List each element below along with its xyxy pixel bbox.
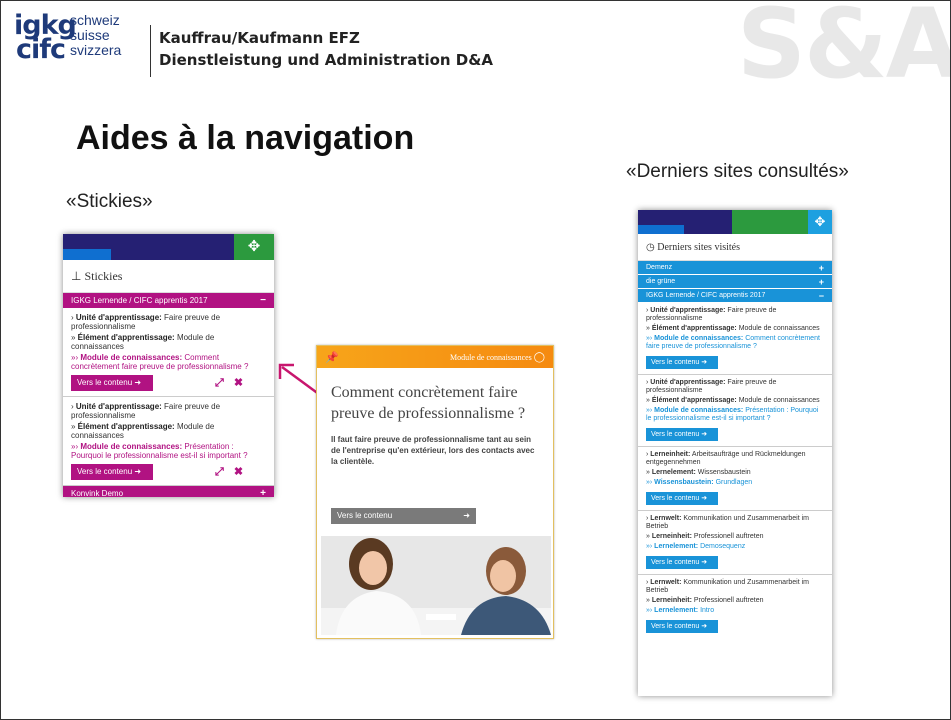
recent-entry: › Lernwelt: Kommunikation und Zusammenar… [638, 575, 832, 638]
vers-le-contenu-button[interactable]: Vers le contenu ➜ [71, 375, 153, 391]
recent-entry: › Lerneinheit: Arbeitsaufträge und Rückm… [638, 447, 832, 511]
module-link[interactable]: »› Module de connaissances: Comment conc… [71, 353, 266, 371]
header-branch: Dienstleistung und Administration D&A [159, 51, 493, 69]
label-stickies: «Stickies» [66, 191, 153, 212]
minus-icon: − [260, 295, 266, 306]
group-header[interactable]: IGKG Lernende / CIFC apprentis 2017− [638, 289, 832, 303]
vers-le-contenu-button[interactable]: Vers le contenu ➜ [71, 464, 153, 480]
recent-title: ◷ Derniers sites visités [638, 234, 832, 261]
label-recent-sites: «Derniers sites consultés» [626, 161, 849, 182]
arrow-right-icon: ➜ [701, 431, 708, 438]
igkg-cifc-logo: igkg cifc schweiz suisse svizzera [14, 12, 139, 69]
pin-icon: ⊥ [71, 269, 82, 283]
card-text: Il faut faire preuve de professionnalism… [331, 435, 535, 466]
logo-lang-fr: suisse [70, 27, 110, 43]
arrow-right-icon: ➜ [134, 467, 142, 476]
stickies-title: ⊥ Stickies [63, 260, 274, 293]
slide: igkg cifc schweiz suisse svizzera Kauffr… [0, 0, 951, 720]
module-link[interactable]: »› Module de connaissances: Comment conc… [646, 335, 824, 351]
photo-illustration [321, 536, 551, 635]
vers-le-contenu-button[interactable]: Vers le contenu ➜ [646, 428, 718, 441]
clock-icon: ◷ [646, 242, 655, 253]
module-card: 📌 Module de connaissances ◯ Comment conc… [316, 345, 554, 639]
module-link[interactable]: »› Wissensbaustein: Grundlagen [646, 479, 824, 487]
module-link[interactable]: »› Lernelement: Demosequenz [646, 543, 824, 551]
logo-cifc: cifc [16, 34, 66, 65]
recent-entry: › Unité d'apprentissage: Faire preuve de… [638, 303, 832, 375]
logo-lang-it: svizzera [70, 42, 122, 58]
card-title: Comment concrètement faire preuve de pro… [331, 384, 526, 422]
recent-entry: › Unité d'apprentissage: Faire preuve de… [638, 375, 832, 447]
minus-icon: − [818, 291, 824, 301]
arrow-right-icon: ➜ [701, 623, 708, 630]
close-icon[interactable]: ✖ [234, 466, 243, 477]
card-photo [321, 536, 551, 635]
header-profession: Kauffrau/Kaufmann EFZ [159, 29, 360, 47]
vers-le-contenu-button[interactable]: Vers le contenu ➜ [646, 556, 718, 569]
sticky-entry: › Unité d'apprentissage: Faire preuve de… [63, 308, 274, 397]
module-link[interactable]: »› Module de connaissances: Présentation… [71, 442, 266, 460]
vers-le-contenu-button[interactable]: Vers le contenu ➜ [646, 620, 718, 633]
lightbulb-icon: ◯ [533, 351, 545, 363]
pin-icon: 📌 [325, 351, 339, 364]
group-header[interactable]: Konvink Demo + [63, 486, 274, 497]
plus-icon: + [818, 263, 824, 273]
top-bar: ✥ [63, 234, 274, 260]
move-icon[interactable]: ✥ [234, 234, 274, 260]
watermark: S&A [736, 0, 951, 100]
logo-lang-de: schweiz [70, 12, 120, 28]
vers-le-contenu-button[interactable]: Vers le contenu ➜ [646, 356, 718, 369]
card-header: 📌 Module de connaissances ◯ [317, 346, 553, 368]
move-icon[interactable]: ✥ [808, 210, 832, 234]
slide-title: Aides à la navigation [76, 119, 415, 157]
expand-icon[interactable]: ⤢ [215, 377, 224, 388]
expand-icon[interactable]: ⤢ [215, 466, 224, 477]
group-header[interactable]: Demenz + [638, 261, 832, 275]
arrow-right-icon: ➜ [701, 359, 708, 366]
group-header[interactable]: IGKG Lernende / CIFC apprentis 2017 − [63, 293, 274, 308]
group-header[interactable]: die grüne + [638, 275, 832, 289]
arrow-right-icon: ➜ [701, 559, 708, 566]
top-bar: ✥ [638, 210, 832, 234]
sticky-entry: › Unité d'apprentissage: Faire preuve de… [63, 397, 274, 486]
stickies-panel: ✥ ⊥ Stickies IGKG Lernende / CIFC appren… [63, 234, 274, 497]
vers-le-contenu-button[interactable]: Vers le contenu ➜ [646, 492, 718, 505]
recent-entry: › Lernwelt: Kommunikation und Zusammenar… [638, 511, 832, 575]
module-link[interactable]: »› Lernelement: Intro [646, 607, 824, 615]
recent-sites-panel: ✥ ◷ Derniers sites visités Demenz + die g… [638, 210, 832, 696]
vers-le-contenu-button[interactable]: Vers le contenu ➜ [331, 508, 476, 524]
arrow-right-icon: ➜ [463, 511, 470, 520]
header-divider [150, 25, 151, 77]
arrow-right-icon: ➜ [701, 495, 708, 502]
plus-icon: + [260, 488, 266, 497]
close-icon[interactable]: ✖ [234, 377, 243, 388]
module-link[interactable]: »› Module de connaissances: Présentation… [646, 407, 824, 423]
arrow-right-icon: ➜ [134, 378, 142, 387]
plus-icon: + [818, 277, 824, 287]
